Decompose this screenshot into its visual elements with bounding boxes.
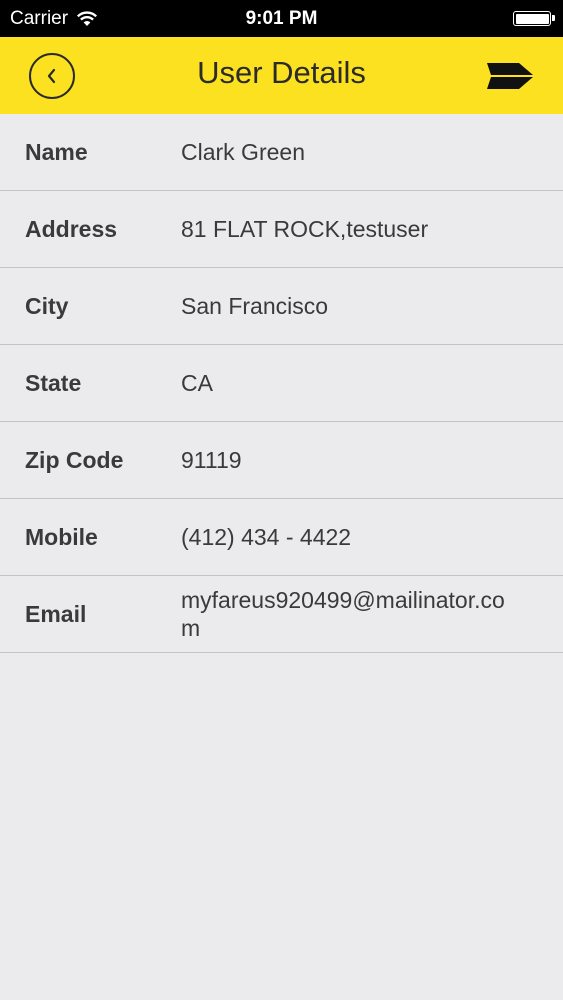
detail-value: Clark Green (181, 139, 305, 165)
detail-value: (412) 434 - 4422 (181, 524, 352, 550)
detail-value: CA (181, 370, 213, 396)
status-time: 9:01 PM (245, 8, 318, 29)
nav-bar: User Details (0, 37, 563, 114)
detail-label: Name (25, 138, 88, 165)
status-bar: Carrier 9:01 PM (0, 0, 563, 37)
detail-label: Email (25, 600, 87, 627)
detail-row-state: State CA (0, 345, 563, 422)
detail-value: 81 FLAT ROCK,testuser (181, 216, 429, 242)
detail-value: myfareus920499@mailinator.com (181, 587, 505, 641)
battery-fill (515, 13, 549, 24)
battery-icon (513, 11, 555, 26)
detail-value: 91119 (181, 447, 242, 473)
detail-row-city: City San Francisco (0, 268, 563, 345)
detail-row-name: Name Clark Green (0, 114, 563, 191)
detail-row-email: Email myfareus920499@mailinator.com (0, 576, 563, 653)
detail-value: San Francisco (181, 293, 329, 319)
detail-label: State (25, 369, 82, 396)
flag-arrow-icon (487, 63, 533, 89)
battery-tip (552, 15, 555, 21)
detail-label: Mobile (25, 523, 98, 550)
detail-label: Address (25, 215, 118, 242)
menu-button[interactable] (485, 61, 535, 91)
detail-row-mobile: Mobile (412) 434 - 4422 (0, 499, 563, 576)
detail-row-address: Address 81 FLAT ROCK,testuser (0, 191, 563, 268)
detail-label: Zip Code (25, 446, 124, 473)
user-details-list: Name Clark Green Address 81 FLAT ROCK,te… (0, 114, 563, 653)
detail-label: City (25, 292, 69, 319)
detail-row-zip-code: Zip Code 91119 (0, 422, 563, 499)
page-title: User Details (197, 55, 366, 90)
